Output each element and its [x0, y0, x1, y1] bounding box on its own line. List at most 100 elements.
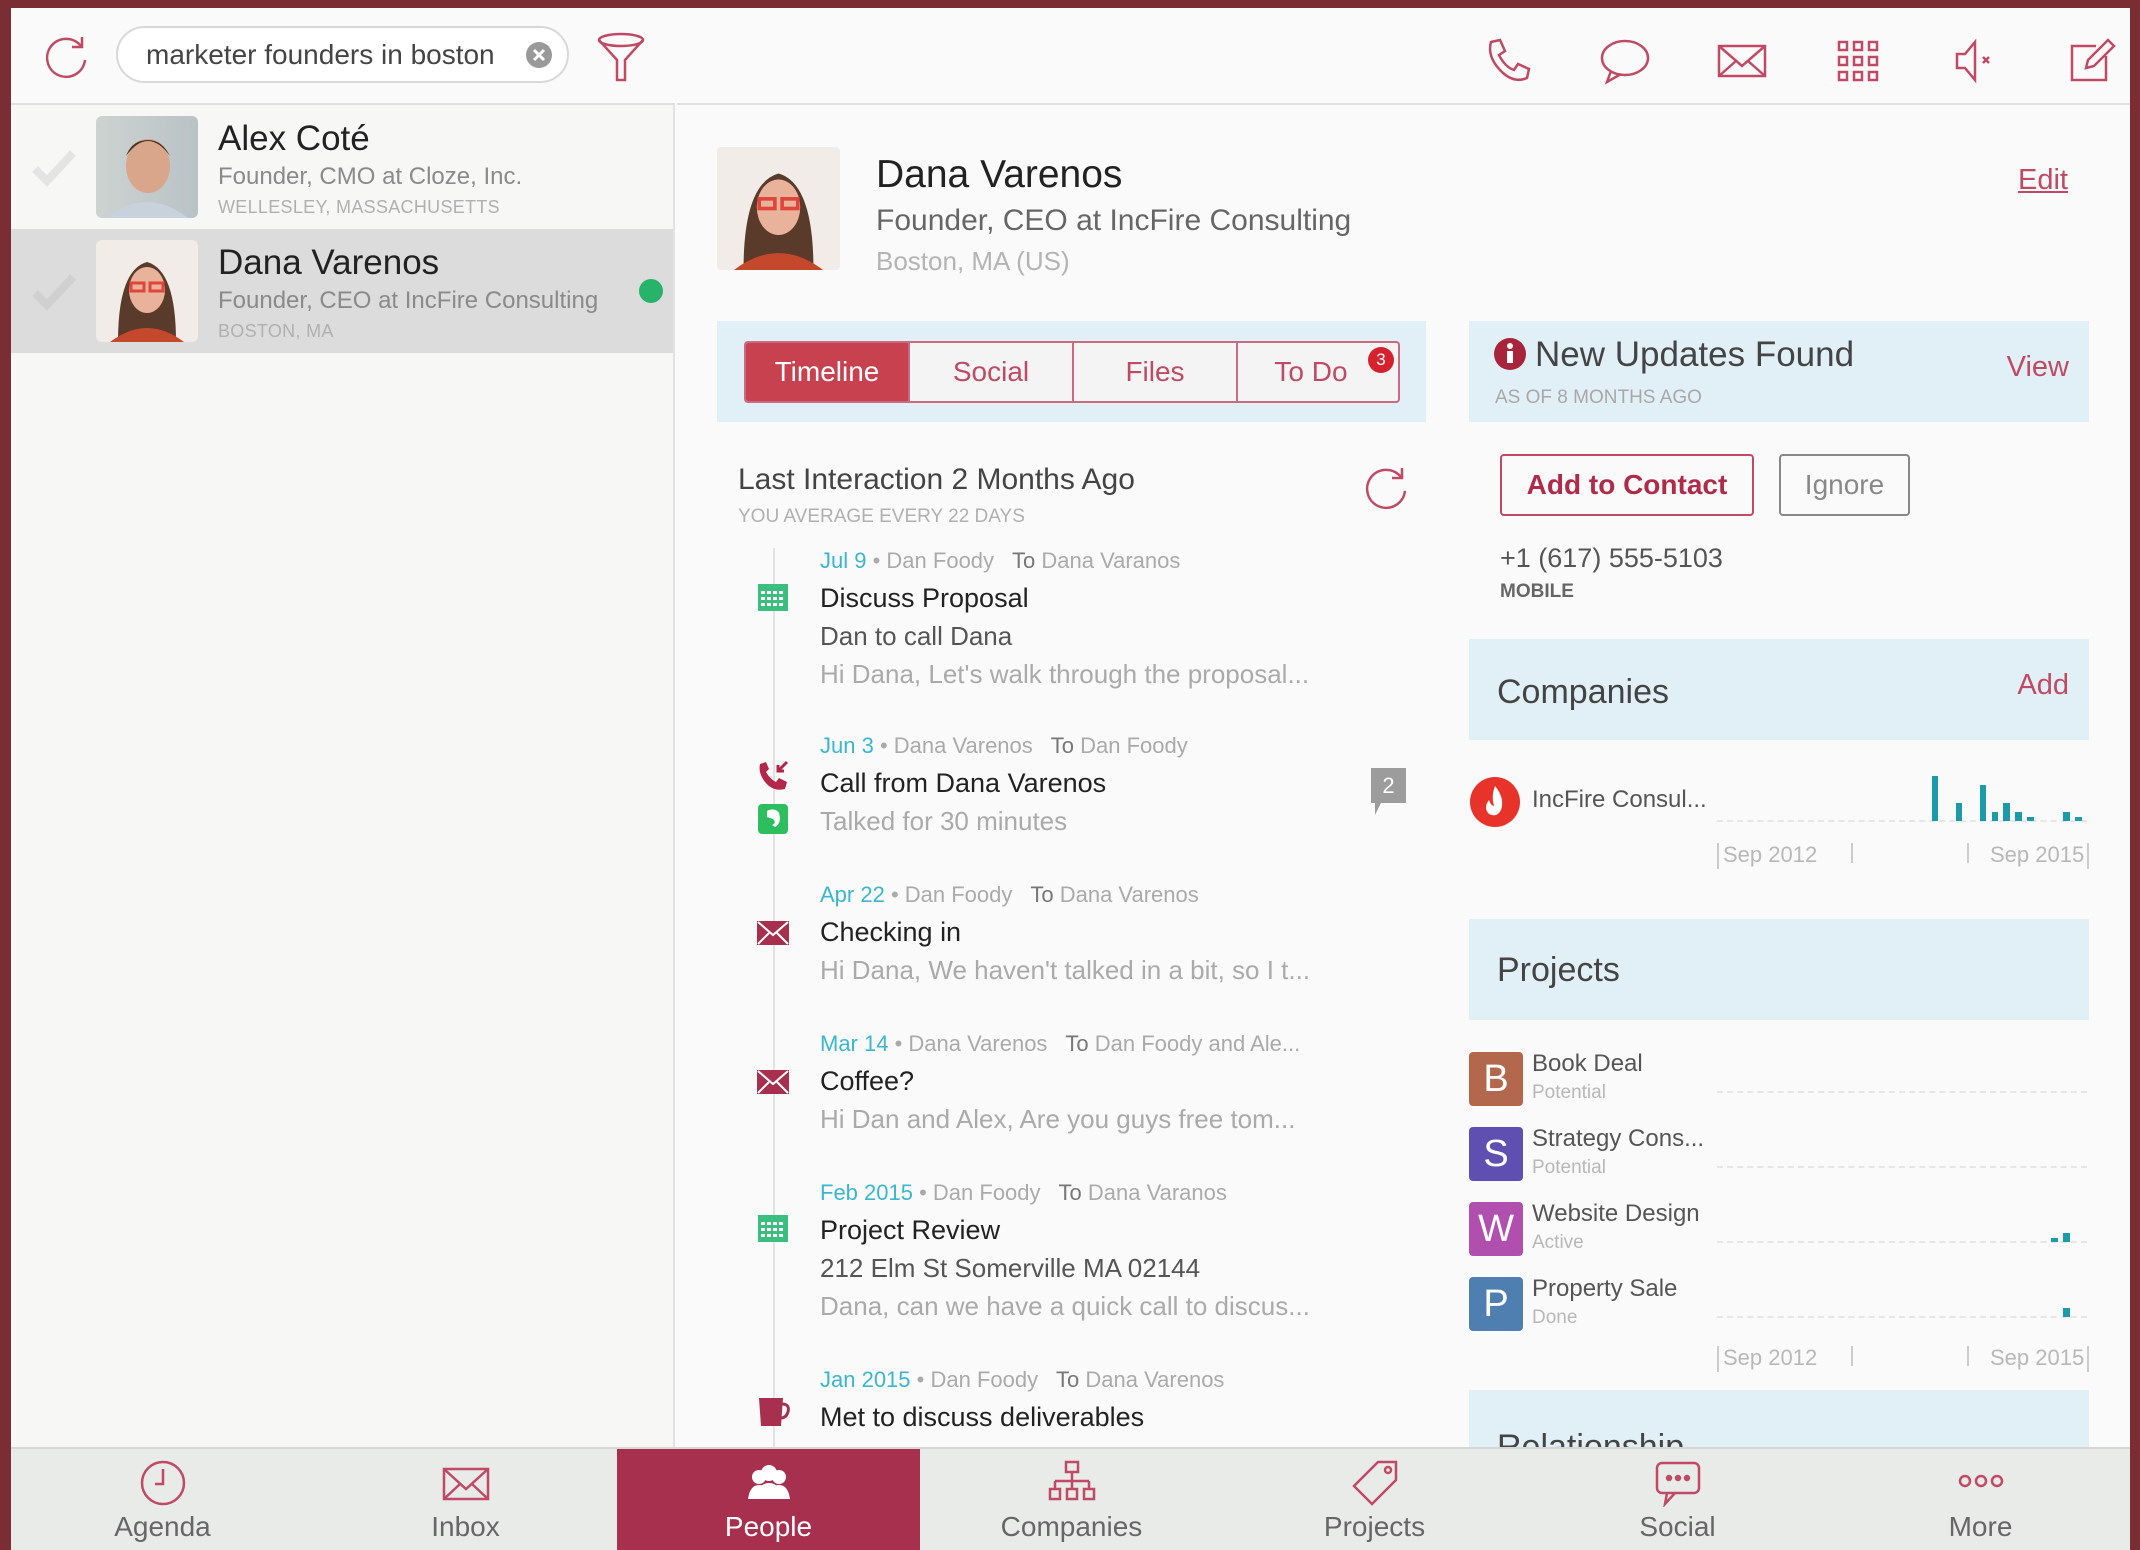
contact-title: Founder, CMO at Cloze, Inc. [218, 163, 523, 190]
project-letter-badge: S [1469, 1127, 1523, 1181]
entry-date: Jul 9 [820, 548, 867, 573]
mug-icon [757, 1396, 791, 1433]
mute-icon[interactable] [1949, 36, 1999, 86]
entry-to-label: To [1030, 882, 1054, 907]
sparkline-bar [2003, 803, 2010, 821]
select-check-icon[interactable] [29, 267, 79, 317]
tab-timeline[interactable]: Timeline [746, 343, 910, 401]
search-input[interactable] [146, 39, 516, 71]
sparkline-bar [1979, 785, 1987, 821]
refresh-icon[interactable] [41, 32, 91, 82]
nav-more[interactable]: More [1829, 1449, 2130, 1550]
sparkline-bar [1955, 803, 1963, 821]
mail-icon [757, 921, 789, 950]
project-status: Done [1532, 1307, 1578, 1328]
entry-to: Dan Foody and Ale... [1094, 1031, 1301, 1056]
entry-to: Dan Foody [1080, 733, 1188, 758]
entry-date: Feb 2015 [820, 1180, 913, 1205]
axis-tick [1851, 1346, 1853, 1366]
nav-inbox[interactable]: Inbox [314, 1449, 617, 1550]
contact-name: Alex Coté [218, 119, 370, 158]
nav-projects[interactable]: Projects [1223, 1449, 1526, 1550]
projects-title: Projects [1497, 951, 1620, 989]
project-status: Active [1532, 1232, 1584, 1253]
inbox-icon [441, 1459, 491, 1512]
sparkline-bar [2063, 1233, 2070, 1242]
app-window: Alex Coté Founder, CMO at Cloze, Inc. WE… [11, 8, 2130, 1550]
tab-social[interactable]: Social [910, 343, 1074, 401]
refresh-timeline-icon[interactable] [1361, 463, 1411, 513]
grid-icon[interactable] [1833, 36, 1883, 86]
phone-type: MOBILE [1500, 581, 1574, 602]
nav-people[interactable]: People [617, 1449, 920, 1550]
timeline-line [773, 548, 775, 1448]
calendar-icon [757, 1211, 789, 1248]
entry-meta: Feb 2015 • Dan Foody To Dana Varanos [820, 1180, 1227, 1205]
sparkline-bar [2051, 1237, 2058, 1242]
search-field[interactable] [116, 26, 569, 83]
contact-location: WELLESLEY, MASSACHUSETTS [218, 197, 500, 217]
project-status: Potential [1532, 1157, 1606, 1178]
project-name: Book Deal [1532, 1050, 1643, 1077]
entry-meta: Jan 2015 • Dan Foody To Dana Varenos [820, 1367, 1225, 1392]
entry-from: Dan Foody [904, 882, 1013, 907]
filter-icon[interactable] [596, 32, 646, 84]
entry-snippet: Hi Dana, Let's walk through the proposal… [820, 659, 1310, 689]
project-sparkline-baseline [1717, 1166, 2087, 1168]
updates-title: New Updates Found [1535, 335, 1855, 374]
nav-companies[interactable]: Companies [920, 1449, 1223, 1550]
nav-social[interactable]: Social [1526, 1449, 1829, 1550]
incfire-logo-icon [1469, 776, 1521, 828]
last-interaction-subtitle: YOU AVERAGE EVERY 22 DAYS [738, 506, 1025, 527]
contact-title: Founder, CEO at IncFire Consulting [218, 287, 599, 314]
contact-row-selected[interactable]: Dana Varenos Founder, CEO at IncFire Con… [11, 229, 673, 353]
entry-to-label: To [1058, 1180, 1082, 1205]
ignore-button[interactable]: Ignore [1779, 454, 1910, 516]
edit-link[interactable]: Edit [2018, 164, 2068, 197]
avatar [96, 240, 198, 342]
project-status: Potential [1532, 1082, 1606, 1103]
view-updates-link[interactable]: View [2007, 351, 2069, 384]
phone-number[interactable]: +1 (617) 555-5103 [1500, 543, 1723, 574]
nav-label: More [1948, 1511, 2013, 1542]
clear-search-icon[interactable] [525, 41, 553, 69]
axis-tick [1967, 1346, 1969, 1366]
company-name[interactable]: IncFire Consul... [1532, 786, 1707, 814]
entry-date: Mar 14 [820, 1031, 889, 1056]
axis-tick [2087, 843, 2089, 869]
axis-tick [1717, 843, 1719, 869]
mail-icon[interactable] [1716, 36, 1768, 86]
project-name: Property Sale [1532, 1275, 1678, 1302]
phone-icon[interactable] [1483, 36, 1533, 86]
comment-badge-tail [1375, 803, 1381, 815]
add-to-contact-button[interactable]: Add to Contact [1500, 454, 1754, 516]
action-toolbar [677, 8, 2130, 105]
entry-to-label: To [1012, 548, 1036, 573]
comment-count-badge[interactable]: 2 [1371, 768, 1406, 803]
tag-icon [1350, 1459, 1400, 1512]
entry-meta: Jul 9 • Dan Foody To Dana Varanos [820, 548, 1181, 573]
sparkline-bar [2027, 816, 2034, 821]
tab-todo-label: To Do [1274, 356, 1348, 387]
project-letter-badge: B [1469, 1052, 1523, 1106]
chat-icon[interactable] [1599, 36, 1651, 86]
incoming-call-icon [757, 760, 789, 797]
compose-icon[interactable] [2066, 36, 2116, 86]
sparkline-bar [2075, 816, 2082, 821]
updates-subtitle: AS OF 8 MONTHS AGO [1495, 387, 1702, 408]
contact-row[interactable]: Alex Coté Founder, CMO at Cloze, Inc. WE… [11, 105, 673, 229]
entry-date: Jun 3 [820, 733, 874, 758]
bottom-navigation: Agenda Inbox People Companies Projects S… [11, 1447, 2130, 1550]
tab-files[interactable]: Files [1074, 343, 1238, 401]
entry-date: Apr 22 [820, 882, 885, 907]
add-company-link[interactable]: Add [2017, 669, 2069, 702]
nav-agenda[interactable]: Agenda [11, 1449, 314, 1550]
entry-to-label: To [1050, 733, 1074, 758]
select-check-icon[interactable] [29, 143, 79, 193]
clock-icon [139, 1459, 187, 1512]
project-name: Website Design [1532, 1200, 1700, 1227]
contact-location: BOSTON, MA [218, 321, 334, 341]
people-icon [744, 1459, 794, 1512]
entry-snippet: Talked for 30 minutes [820, 806, 1068, 836]
project-sparkline-baseline [1717, 1091, 2087, 1093]
